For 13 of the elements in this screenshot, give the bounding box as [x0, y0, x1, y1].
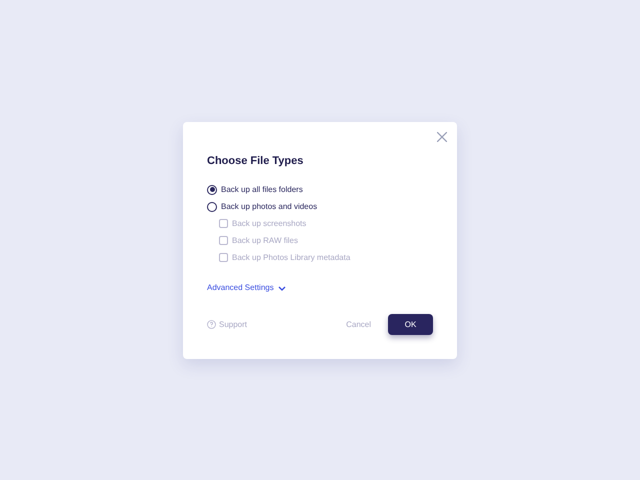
radio-button[interactable] — [207, 184, 217, 194]
option-label: Back up screenshots — [232, 218, 306, 230]
radio-button[interactable] — [207, 202, 217, 212]
close-icon[interactable] — [437, 132, 447, 142]
dialog-title: Choose File Types — [207, 154, 304, 168]
option-label: Back up photos and videos — [221, 200, 318, 212]
help-icon — [207, 320, 216, 329]
option-label: Back up Photos Library metadata — [232, 252, 350, 264]
advanced-settings-link[interactable]: Advanced Settings — [207, 282, 286, 294]
chevron-icon — [278, 286, 286, 290]
option-label: Back up all files folders — [221, 184, 303, 196]
ok-button[interactable]: OK — [388, 314, 433, 335]
option-label: Back up RAW files — [232, 234, 298, 246]
